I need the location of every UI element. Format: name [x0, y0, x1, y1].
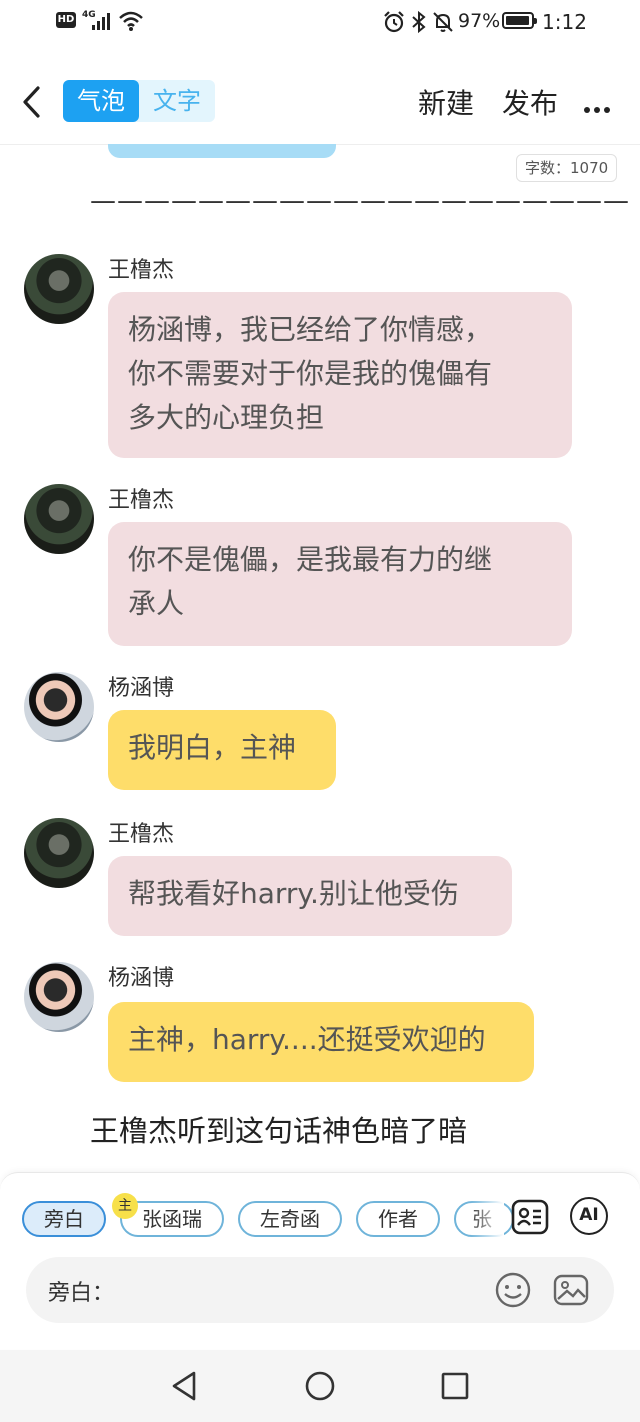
publish-button[interactable]: 发布 — [502, 82, 558, 122]
previous-bubble-edge — [108, 144, 336, 158]
more-horizontal-icon[interactable] — [584, 98, 614, 117]
recents-square-icon[interactable] — [438, 1368, 472, 1404]
role-chip-narrator[interactable]: 旁白 — [22, 1201, 106, 1237]
chat-bubble[interactable]: 我明白，主神 — [108, 710, 336, 790]
bubble-line: 你不需要对于你是我的傀儡有 — [128, 357, 493, 390]
avatar-wang[interactable] — [24, 484, 94, 554]
wifi-icon — [119, 11, 143, 31]
home-circle-icon[interactable] — [302, 1368, 338, 1404]
contacts-card-icon[interactable] — [510, 1197, 550, 1237]
narration-text[interactable]: 王橹杰听到这句话神色暗了暗 — [90, 1108, 467, 1150]
tab-text[interactable]: 文字 — [139, 80, 215, 122]
speaker-name: 王橹杰 — [108, 488, 175, 513]
chat-bubble[interactable]: 杨涵博，我已经给了你情感， 你不需要对于你是我的傀儡有 多大的心理负担 — [108, 292, 572, 458]
mode-toggle: 气泡 文字 — [63, 80, 215, 122]
editor-header: 气泡 文字 新建 发布 — [0, 56, 640, 145]
speaker-name: 王橹杰 — [108, 258, 175, 283]
new-button[interactable]: 新建 — [418, 82, 474, 122]
avatar-wang[interactable] — [24, 254, 94, 324]
avatar-wang[interactable] — [24, 818, 94, 888]
battery-icon — [502, 12, 537, 29]
tab-bubble[interactable]: 气泡 — [63, 80, 139, 122]
bubble-line: 主神，harry....还挺受欢迎的 — [128, 1023, 486, 1056]
bubble-line: 你不是傀儡，是我最有力的继 — [128, 543, 493, 576]
bubble-line: 杨涵博，我已经给了你情感， — [128, 313, 493, 346]
back-triangle-icon[interactable] — [168, 1368, 200, 1404]
word-count-badge: 字数：1070 — [516, 154, 618, 182]
speaker-name: 杨涵博 — [108, 676, 175, 701]
status-bar: HD 4G 97% 1:12 — [0, 0, 640, 44]
avatar-yang[interactable] — [24, 672, 94, 742]
bluetooth-icon — [412, 10, 426, 34]
chip-scroll-fade — [470, 1193, 504, 1245]
bubble-line: 承人 — [128, 587, 185, 620]
chat-bubble[interactable]: 你不是傀儡，是我最有力的继 承人 — [108, 522, 572, 646]
chat-bubble[interactable]: 主神，harry....还挺受欢迎的 — [108, 1002, 534, 1082]
alarm-icon — [384, 11, 404, 33]
input-panel: 旁白 张函瑞 主 左奇函 作者 张 AI 旁白： — [0, 1172, 640, 1349]
system-nav-bar — [0, 1350, 640, 1422]
avatar-yang[interactable] — [24, 962, 94, 1032]
bubble-line: 我明白，主神 — [128, 731, 297, 764]
input-speaker-label: 旁白： — [48, 1281, 115, 1306]
separator-line: ———————————————————— — [90, 186, 630, 216]
speaker-name: 杨涵博 — [108, 966, 175, 991]
emoji-icon[interactable] — [494, 1271, 532, 1309]
bubble-line: 多大的心理负担 — [128, 401, 325, 434]
signal-icon — [92, 12, 116, 30]
image-icon[interactable] — [552, 1271, 590, 1309]
mute-icon — [433, 12, 453, 32]
battery-percent: 97% — [458, 10, 501, 32]
clock: 1:12 — [542, 10, 587, 34]
bubble-line: 帮我看好harry.别让他受伤 — [128, 877, 459, 910]
hd-icon: HD — [56, 12, 76, 28]
speaker-name: 王橹杰 — [108, 822, 175, 847]
ai-button[interactable]: AI — [570, 1197, 608, 1235]
role-chip[interactable]: 作者 — [356, 1201, 440, 1237]
chevron-left-icon[interactable] — [18, 82, 48, 122]
main-role-badge: 主 — [112, 1193, 138, 1219]
dialogue-input[interactable]: 旁白： — [26, 1257, 614, 1323]
role-chip[interactable]: 左奇函 — [238, 1201, 342, 1237]
chat-bubble[interactable]: 帮我看好harry.别让他受伤 — [108, 856, 512, 936]
